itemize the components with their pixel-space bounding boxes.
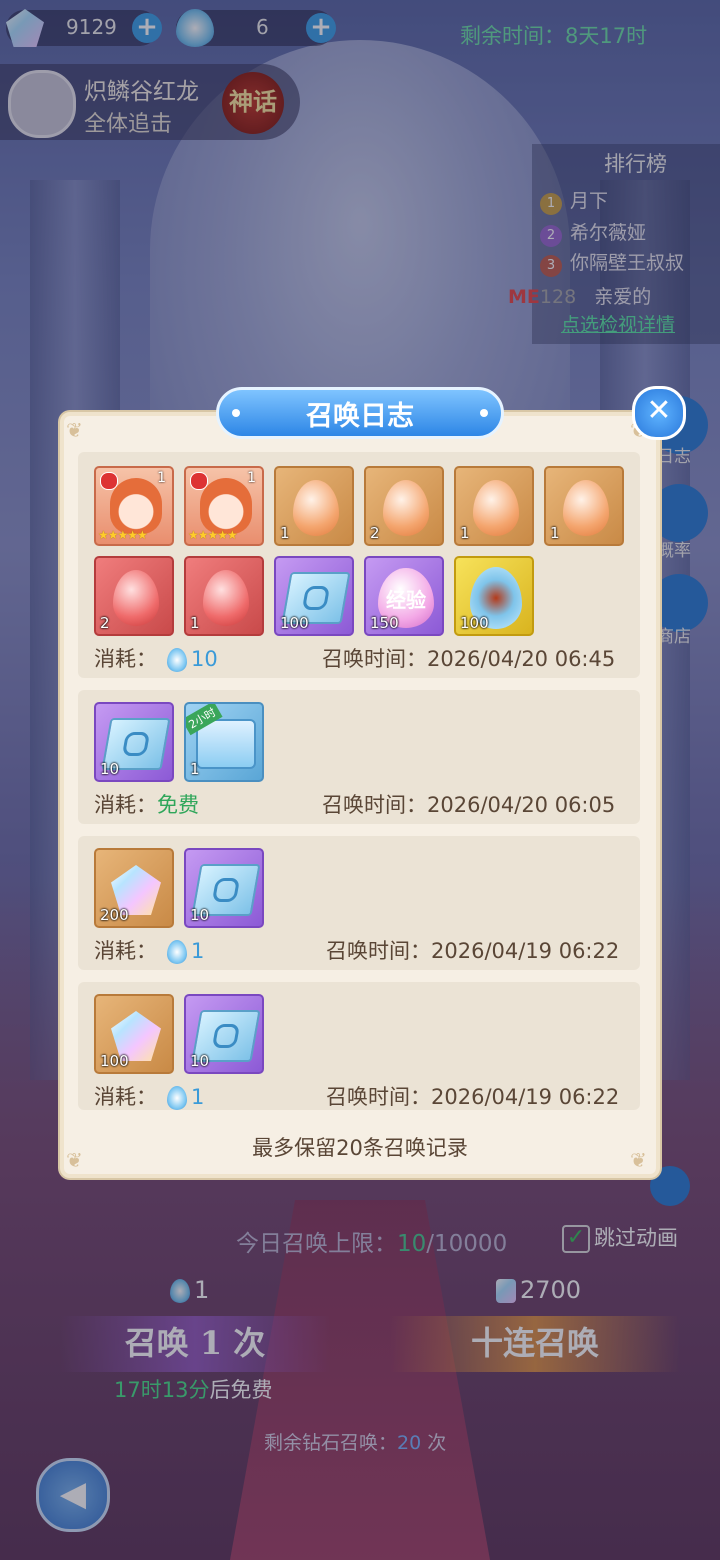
red-egg-item[interactable]: 1: [184, 556, 264, 636]
time-label: 召唤时间：: [322, 793, 427, 817]
dragon-egg-item[interactable]: 100: [454, 556, 534, 636]
chest-item[interactable]: 2小时 1: [184, 702, 264, 782]
egg-icon: [167, 648, 187, 672]
time-value: 2026/04/19 06:22: [431, 939, 620, 963]
close-icon: ✕: [646, 393, 672, 428]
time-value: 2026/04/19 06:22: [431, 1085, 620, 1109]
orange-egg-item[interactable]: 1: [544, 466, 624, 546]
hero-portrait: [110, 478, 162, 534]
item-count: 100: [100, 1052, 129, 1070]
orange-egg-icon: [293, 480, 339, 536]
hero-item[interactable]: 1 ★★★★★: [184, 466, 264, 546]
corner-ornament-icon: ❦: [66, 418, 83, 442]
record-time: 召唤时间：2026/04/19 06:22: [326, 935, 619, 965]
item-count: 1: [460, 524, 470, 542]
record-time: 召唤时间：2026/04/20 06:05: [322, 789, 615, 819]
orange-egg-item[interactable]: 1: [454, 466, 534, 546]
cost-value: 10: [191, 647, 218, 671]
book-item[interactable]: 10: [184, 848, 264, 928]
cost-label: 消耗：: [94, 647, 157, 671]
item-count: 1: [280, 524, 290, 542]
time-label: 召唤时间：: [326, 1085, 431, 1109]
star-rating-icon: ★★★★★: [188, 528, 238, 542]
orange-egg-icon: [473, 480, 519, 536]
crystal-item[interactable]: 200: [94, 848, 174, 928]
record-cost: 消耗： 10: [94, 643, 218, 673]
item-count: 1: [157, 470, 166, 486]
cost-value: 1: [191, 1085, 205, 1109]
item-count: 150: [370, 614, 399, 632]
hero-item[interactable]: 1 ★★★★★: [94, 466, 174, 546]
item-count: 10: [190, 906, 210, 924]
star-rating-icon: ★★★★★: [98, 528, 148, 542]
egg-icon: [167, 1086, 187, 1110]
orange-egg-item[interactable]: 1: [274, 466, 354, 546]
time-value: 2026/04/20 06:05: [427, 793, 616, 817]
egg-icon: [167, 940, 187, 964]
dialog-title: 召唤日志: [306, 401, 414, 432]
time-label: 召唤时间：: [322, 647, 427, 671]
item-count: 2: [370, 524, 380, 542]
red-egg-icon: [113, 570, 159, 626]
time-label: 召唤时间：: [326, 939, 431, 963]
item-count: 1: [190, 760, 200, 778]
hero-portrait: [200, 478, 252, 534]
item-count: 200: [100, 906, 129, 924]
item-count: 100: [280, 614, 309, 632]
orange-egg-icon: [383, 480, 429, 536]
record-cost: 消耗：免费: [94, 789, 199, 819]
item-count: 2: [100, 614, 110, 632]
book-item[interactable]: 10: [184, 994, 264, 1074]
element-icon: [100, 472, 118, 490]
book-item[interactable]: 100: [274, 556, 354, 636]
element-icon: [190, 472, 208, 490]
item-count: 1: [550, 524, 560, 542]
book-item[interactable]: 10: [94, 702, 174, 782]
red-egg-icon: [203, 570, 249, 626]
crystal-item[interactable]: 100: [94, 994, 174, 1074]
cost-label: 消耗：: [94, 793, 157, 817]
record-time: 召唤时间：2026/04/19 06:22: [326, 1081, 619, 1111]
item-count: 100: [460, 614, 489, 632]
close-button[interactable]: ✕: [632, 386, 686, 440]
cost-value: 免费: [157, 793, 199, 817]
cost-value: 1: [191, 939, 205, 963]
record-limit-note: 最多保留20条召唤记录: [252, 1136, 468, 1160]
time-value: 2026/04/20 06:45: [427, 647, 616, 671]
record-cost: 消耗： 1: [94, 935, 204, 965]
cost-label: 消耗：: [94, 1085, 157, 1109]
record-time: 召唤时间：2026/04/20 06:45: [322, 643, 615, 673]
record-cost: 消耗： 1: [94, 1081, 204, 1111]
item-count: 1: [190, 614, 200, 632]
item-count: 1: [247, 470, 256, 486]
orange-egg-item[interactable]: 2: [364, 466, 444, 546]
item-count: 10: [190, 1052, 210, 1070]
item-count: 10: [100, 760, 120, 778]
red-egg-item[interactable]: 2: [94, 556, 174, 636]
orange-egg-icon: [563, 480, 609, 536]
exp-egg-item[interactable]: 经验 150: [364, 556, 444, 636]
cost-label: 消耗：: [94, 939, 157, 963]
